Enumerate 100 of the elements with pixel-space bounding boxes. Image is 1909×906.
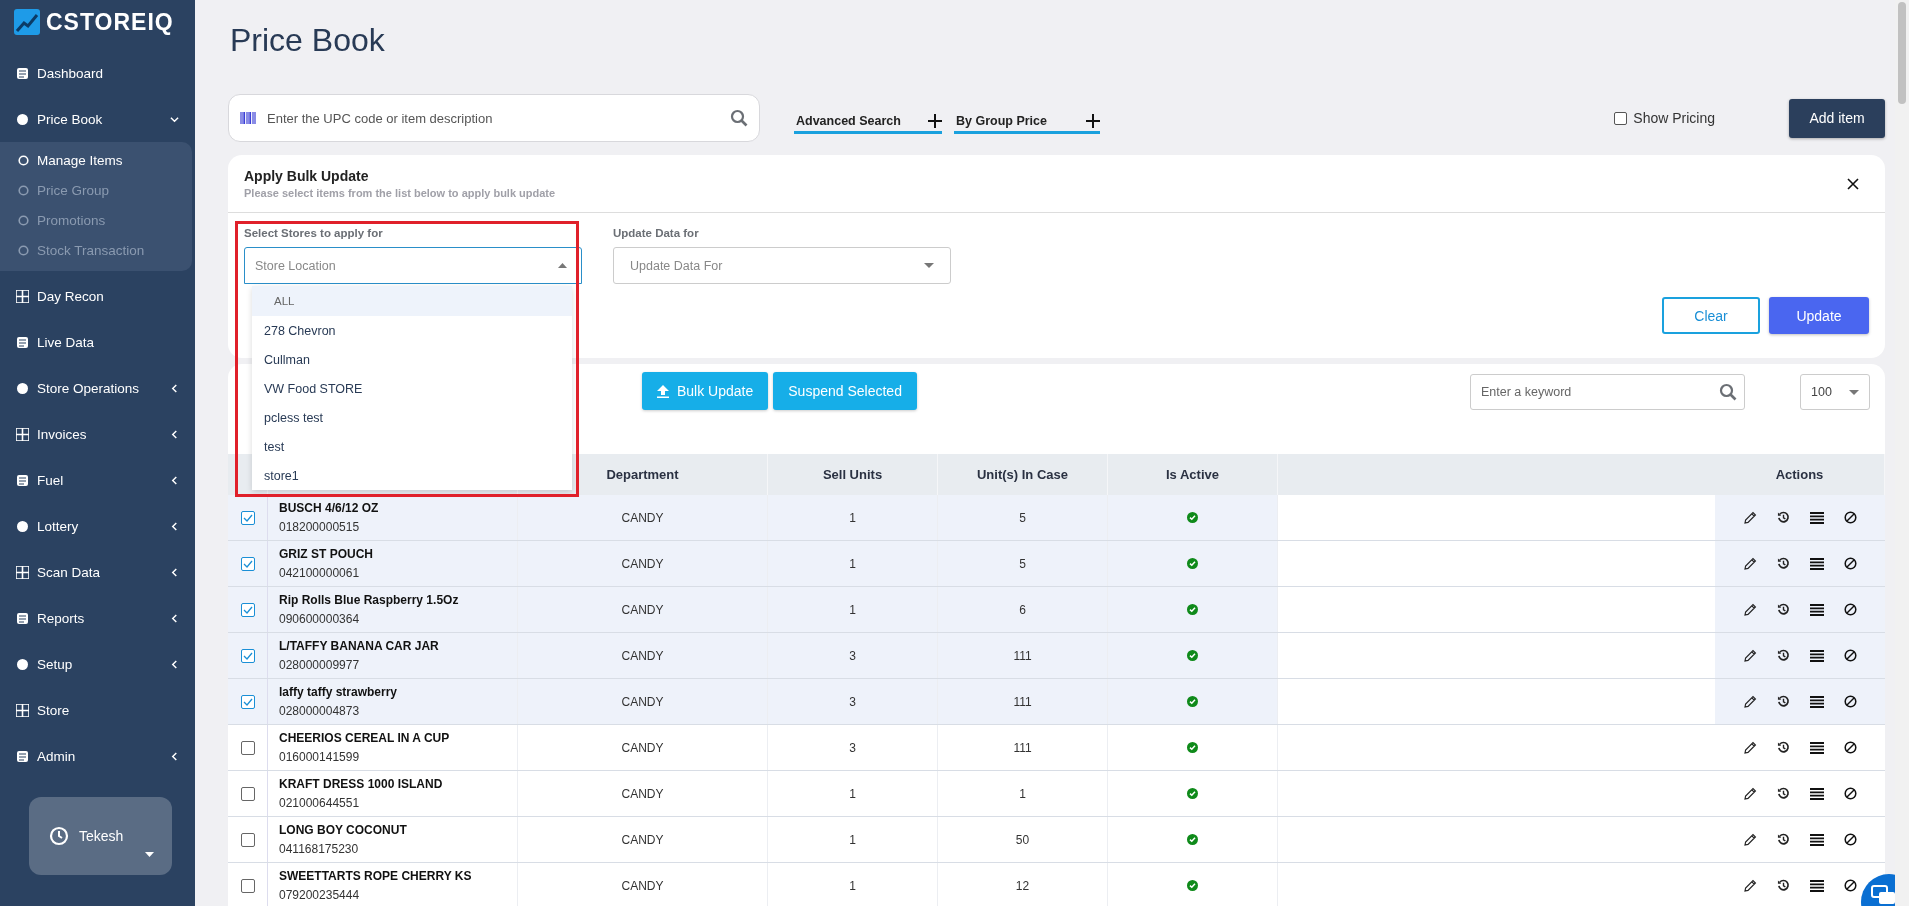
nav-item[interactable]: Price Book [0, 96, 195, 142]
add-item-button[interactable]: Add item [1789, 98, 1885, 138]
row-checkbox[interactable] [240, 832, 255, 847]
edit-icon[interactable] [1743, 740, 1757, 755]
table-cell: 6 [1019, 602, 1026, 617]
card-subtitle: Please select items from the list below to apply bulk update [244, 187, 556, 199]
ban-icon[interactable] [1844, 649, 1857, 662]
page-size-select[interactable]: 100 [1800, 374, 1870, 410]
nav-icon [16, 112, 29, 126]
filter-toggle[interactable]: Advanced Search [794, 102, 942, 134]
history-icon[interactable] [1777, 511, 1790, 524]
nav-icon [16, 289, 29, 303]
table-cell: CANDY [621, 832, 664, 847]
dropdown-option[interactable]: ALL [252, 286, 572, 316]
store-select[interactable]: Store Location [244, 247, 582, 284]
nav-item[interactable]: Admin [0, 733, 195, 779]
item-name: Rip Rolls Blue Raspberry 1.5Oz [279, 593, 459, 607]
keyword-field[interactable]: Enter a keyword [1470, 374, 1745, 410]
list-icon[interactable] [1810, 557, 1824, 570]
history-icon[interactable] [1777, 557, 1790, 570]
history-icon[interactable] [1777, 695, 1790, 708]
edit-icon[interactable] [1743, 786, 1757, 801]
update-data-select[interactable]: Update Data For [613, 247, 951, 284]
history-icon[interactable] [1777, 603, 1790, 616]
update-button[interactable]: Update [1769, 297, 1869, 334]
user-menu[interactable]: Tekesh [29, 797, 172, 875]
edit-icon[interactable] [1743, 556, 1757, 571]
row-checkbox[interactable] [240, 740, 255, 755]
dropdown-option[interactable]: pcless test [252, 403, 572, 432]
edit-icon[interactable] [1743, 694, 1757, 709]
list-icon[interactable] [1810, 649, 1824, 662]
history-icon[interactable] [1777, 649, 1790, 662]
history-icon[interactable] [1777, 787, 1790, 800]
nav-icon [16, 519, 29, 533]
plus-icon [928, 114, 942, 128]
close-icon[interactable] [1847, 177, 1859, 190]
list-icon[interactable] [1810, 511, 1824, 524]
ban-icon[interactable] [1844, 511, 1857, 524]
ban-icon[interactable] [1844, 787, 1857, 800]
search-field[interactable]: Enter the UPC code or item description [228, 94, 760, 142]
ban-icon[interactable] [1844, 603, 1857, 616]
nav-item[interactable]: Lottery [0, 503, 195, 549]
nav-item[interactable]: Store Operations [0, 365, 195, 411]
nav-item[interactable]: Fuel [0, 457, 195, 503]
filter-toggle[interactable]: By Group Price [954, 102, 1100, 134]
edit-icon[interactable] [1743, 832, 1757, 847]
nav-item[interactable]: Live Data [0, 319, 195, 365]
checkbox[interactable] [1614, 111, 1628, 125]
ban-icon[interactable] [1844, 833, 1857, 846]
table-cell: 1 [849, 832, 856, 847]
field-label: Update Data for [613, 227, 700, 239]
card-title: Apply Bulk Update [244, 168, 370, 184]
row-checkbox[interactable] [240, 878, 255, 893]
edit-icon[interactable] [1743, 510, 1757, 525]
row-checkbox[interactable] [240, 694, 255, 709]
table-cell: 3 [849, 648, 856, 663]
table-cell: CANDY [621, 740, 664, 755]
list-icon[interactable] [1810, 787, 1824, 800]
nav-item[interactable]: Reports [0, 595, 195, 641]
chevron-icon [170, 475, 179, 485]
nav-item[interactable]: Invoices [0, 411, 195, 457]
ban-icon[interactable] [1844, 879, 1857, 892]
ban-icon[interactable] [1844, 695, 1857, 708]
row-checkbox[interactable] [240, 602, 255, 617]
dropdown-option[interactable]: Cullman [252, 345, 572, 374]
nav-item[interactable]: Store [0, 687, 195, 733]
item-name: LONG BOY COCONUT [279, 823, 407, 837]
nav-item[interactable]: Setup [0, 641, 195, 687]
list-icon[interactable] [1810, 695, 1824, 708]
nav-icon [16, 565, 29, 579]
edit-icon[interactable] [1743, 648, 1757, 663]
nav-item[interactable]: Scan Data [0, 549, 195, 595]
nav-item[interactable]: Dashboard [0, 50, 195, 96]
caret-icon [558, 263, 567, 268]
dropdown-option[interactable]: VW Food STORE [252, 374, 572, 403]
item-name: CHEERIOS CEREAL IN A CUP [279, 731, 450, 745]
edit-icon[interactable] [1743, 878, 1757, 893]
history-icon[interactable] [1777, 879, 1790, 892]
submenu-item[interactable]: Manage Items [0, 145, 192, 175]
ban-icon[interactable] [1844, 557, 1857, 570]
history-icon[interactable] [1777, 741, 1790, 754]
row-checkbox[interactable] [240, 648, 255, 663]
row-checkbox[interactable] [240, 556, 255, 571]
ban-icon[interactable] [1844, 741, 1857, 754]
list-icon[interactable] [1810, 833, 1824, 846]
row-checkbox[interactable] [240, 510, 255, 525]
item-name: GRIZ ST POUCH [279, 547, 373, 561]
list-icon[interactable] [1810, 879, 1824, 892]
list-icon[interactable] [1810, 603, 1824, 616]
row-checkbox[interactable] [240, 786, 255, 801]
dropdown-option[interactable]: 278 Chevron [252, 316, 572, 345]
caret-icon [1849, 389, 1859, 395]
nav-icon [16, 66, 29, 80]
item-upc: 079200235444 [279, 888, 360, 902]
clear-button[interactable]: Clear [1662, 297, 1760, 334]
edit-icon[interactable] [1743, 602, 1757, 617]
table-cell: 5 [1019, 510, 1026, 525]
nav-item[interactable]: Day Recon [0, 273, 195, 319]
list-icon[interactable] [1810, 741, 1824, 754]
history-icon[interactable] [1777, 833, 1790, 846]
